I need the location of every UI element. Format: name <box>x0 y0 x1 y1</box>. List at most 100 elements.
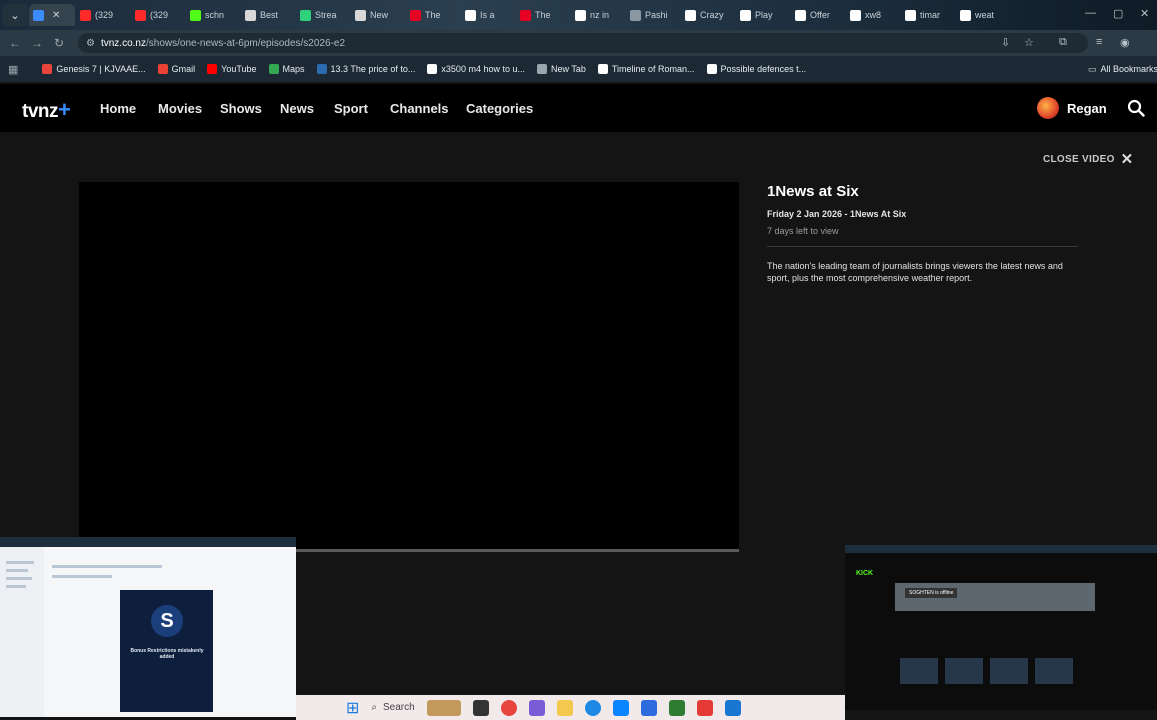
bookmark-label: Timeline of Roman... <box>611 64 695 74</box>
bookmark-item[interactable]: YouTube <box>207 64 257 74</box>
search-icon[interactable] <box>1127 99 1145 117</box>
edge-icon[interactable] <box>584 699 601 716</box>
tab-title: (329 <box>150 10 169 20</box>
thumbnail-line <box>52 575 112 578</box>
apps-icon[interactable]: ▦ <box>8 63 18 76</box>
browser-tab[interactable]: Is a <box>461 4 515 26</box>
email-banner-text: Bonus Restrictions mistakenly added <box>130 648 204 660</box>
browser-tab[interactable]: schn <box>186 4 240 26</box>
browser-tab[interactable]: (329 <box>131 4 185 26</box>
nav-news[interactable]: News <box>280 101 314 116</box>
chrome-icon[interactable] <box>500 699 517 716</box>
tab-title: (329 <box>95 10 114 20</box>
doc-icon <box>355 9 366 21</box>
stream-icon <box>300 9 311 21</box>
offline-badge: SOGHTEN is offline <box>905 588 958 598</box>
bookmark-item[interactable]: x3500 m4 how to u... <box>427 64 525 74</box>
browser-tab[interactable]: xw8 <box>846 4 900 26</box>
bookmark-label: Genesis 7 | KJVAAE... <box>56 64 146 74</box>
episode-title: 1News at Six <box>767 183 859 200</box>
tab-title: Pashi <box>645 10 668 20</box>
tab-title: Strea <box>315 10 337 20</box>
video-thumbnail <box>945 658 983 684</box>
browser-tab[interactable]: New <box>351 4 405 26</box>
nav-sport[interactable]: Sport <box>334 101 368 116</box>
reload-icon[interactable]: ↻ <box>48 36 70 50</box>
extensions-icon[interactable]: ⧉ <box>1059 36 1067 49</box>
browser-tab[interactable]: ✕ <box>29 4 75 26</box>
bookmark-favicon-icon <box>207 64 218 74</box>
copilot-icon[interactable] <box>528 699 545 716</box>
tab-title: Play <box>755 10 773 20</box>
bookmark-star-icon[interactable]: ☆ <box>1024 36 1034 49</box>
nav-home[interactable]: Home <box>100 101 136 116</box>
bookmark-item[interactable]: Genesis 7 | KJVAAE... <box>42 64 146 74</box>
taskbar-search[interactable]: ⌕ Search <box>371 702 414 713</box>
bookmark-item[interactable]: New Tab <box>536 64 586 74</box>
file-explorer-icon[interactable] <box>556 699 573 716</box>
store-icon[interactable] <box>640 699 657 716</box>
mail-icon[interactable] <box>612 699 629 716</box>
bookmark-item[interactable]: Possible defences t... <box>706 64 806 74</box>
nav-categories[interactable]: Categories <box>466 101 533 116</box>
tab-search-button[interactable]: ⌄ <box>2 4 28 26</box>
bookmark-label: Gmail <box>171 64 196 74</box>
browser-tab[interactable]: Offer <box>791 4 845 26</box>
browser-tab[interactable]: Best <box>241 4 295 26</box>
user-name[interactable]: Regan <box>1067 101 1107 116</box>
minimize-icon[interactable]: — <box>1085 7 1096 19</box>
browser-tab[interactable]: Strea <box>296 4 350 26</box>
bookmark-label: 13.3 The price of to... <box>330 64 416 74</box>
close-window-icon[interactable]: ✕ <box>1140 7 1149 20</box>
user-avatar[interactable] <box>1037 97 1059 119</box>
right-window-thumbnail[interactable] <box>845 545 1157 710</box>
browser-tab[interactable]: weat <box>956 4 1010 26</box>
nav-movies[interactable]: Movies <box>158 101 202 116</box>
video-thumbnail <box>900 658 938 684</box>
close-video-button[interactable]: CLOSE VIDEO ✕ <box>1043 150 1134 168</box>
close-icon: ✕ <box>1120 151 1134 168</box>
url-input[interactable]: ⚙ tvnz.co.nz/shows/one-news-at-6pm/episo… <box>78 33 1088 53</box>
all-bookmarks-link[interactable]: ▭ All Bookmarks <box>1088 64 1157 75</box>
widgets-icon[interactable] <box>426 699 461 716</box>
browser-tab[interactable]: Pashi <box>626 4 680 26</box>
bookmark-favicon-icon <box>427 64 438 74</box>
profile-icon[interactable]: ◉ <box>1120 36 1130 49</box>
google-icon <box>850 9 861 21</box>
install-icon[interactable]: ⇩ <box>1001 36 1010 49</box>
tab-title: Offer <box>810 10 830 20</box>
site-info-icon[interactable]: ⚙ <box>86 38 95 49</box>
app-icon[interactable] <box>724 699 741 716</box>
tvnz-logo[interactable]: tvnz+ <box>22 97 71 123</box>
bookmark-item[interactable]: Gmail <box>157 64 196 74</box>
sidepanel-icon[interactable]: ≡ <box>1096 36 1102 48</box>
nav-channels[interactable]: Channels <box>390 101 449 116</box>
forward-icon[interactable]: → <box>26 36 48 50</box>
browser-tab[interactable]: The <box>406 4 460 26</box>
bookmark-item[interactable]: 13.3 The price of to... <box>316 64 416 74</box>
browser-tab[interactable]: timar <box>901 4 955 26</box>
plus-icon <box>33 9 44 21</box>
bookmark-item[interactable]: Maps <box>268 64 305 74</box>
browser-tab[interactable]: nz in <box>571 4 625 26</box>
nav-shows[interactable]: Shows <box>220 101 262 116</box>
tab-title: timar <box>920 10 940 20</box>
browser-tab[interactable]: Crazy <box>681 4 735 26</box>
thumbnail-line <box>52 565 162 568</box>
google-icon <box>905 9 916 21</box>
maximize-icon[interactable]: ▢ <box>1113 7 1123 20</box>
back-icon[interactable]: ← <box>4 36 26 50</box>
doc-icon <box>245 9 256 21</box>
browser-tab[interactable]: Play <box>736 4 790 26</box>
app-icon[interactable] <box>668 699 685 716</box>
bookmark-item[interactable]: Timeline of Roman... <box>597 64 695 74</box>
video-player[interactable] <box>79 182 739 552</box>
thumbnail-line <box>6 585 26 588</box>
app-icon[interactable] <box>696 699 713 716</box>
browser-tab[interactable]: The <box>516 4 570 26</box>
bookmark-favicon-icon <box>316 64 327 74</box>
windows-start-icon[interactable]: ⊞ <box>346 698 359 718</box>
browser-tab[interactable]: (329 <box>76 4 130 26</box>
tab-close-icon[interactable]: ✕ <box>52 10 60 21</box>
task-view-icon[interactable] <box>472 699 489 716</box>
